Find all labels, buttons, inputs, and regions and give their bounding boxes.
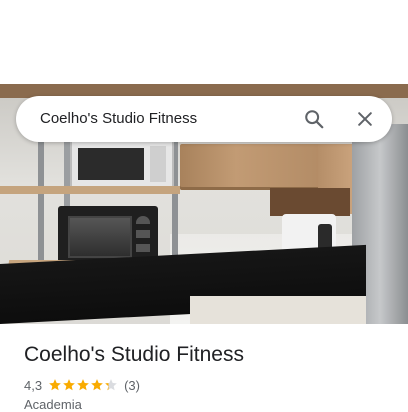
rating-value: 4,3 (24, 377, 43, 393)
star-icon (91, 379, 103, 391)
search-icon (305, 110, 324, 129)
close-button[interactable] (350, 104, 380, 134)
close-icon (358, 112, 372, 126)
search-button[interactable] (299, 104, 329, 134)
place-category: Academia (24, 397, 82, 412)
photo-cabinet (180, 144, 320, 190)
star-icon (77, 379, 89, 391)
photo-microwave (70, 140, 174, 190)
rating-row[interactable]: 4,3 (3) (24, 376, 140, 394)
search-input[interactable]: Coelho's Studio Fitness (40, 96, 197, 142)
star-icon (105, 379, 117, 391)
star-rating (48, 378, 118, 392)
photo-counter-base (190, 296, 366, 324)
star-icon (49, 379, 61, 391)
search-bar[interactable]: Coelho's Studio Fitness (16, 96, 392, 142)
star-icon (63, 379, 75, 391)
review-count[interactable]: (3) (124, 378, 140, 393)
place-title: Coelho's Studio Fitness (24, 343, 244, 366)
photo-cabinet-under (270, 188, 350, 216)
photo-shelf (0, 186, 180, 194)
